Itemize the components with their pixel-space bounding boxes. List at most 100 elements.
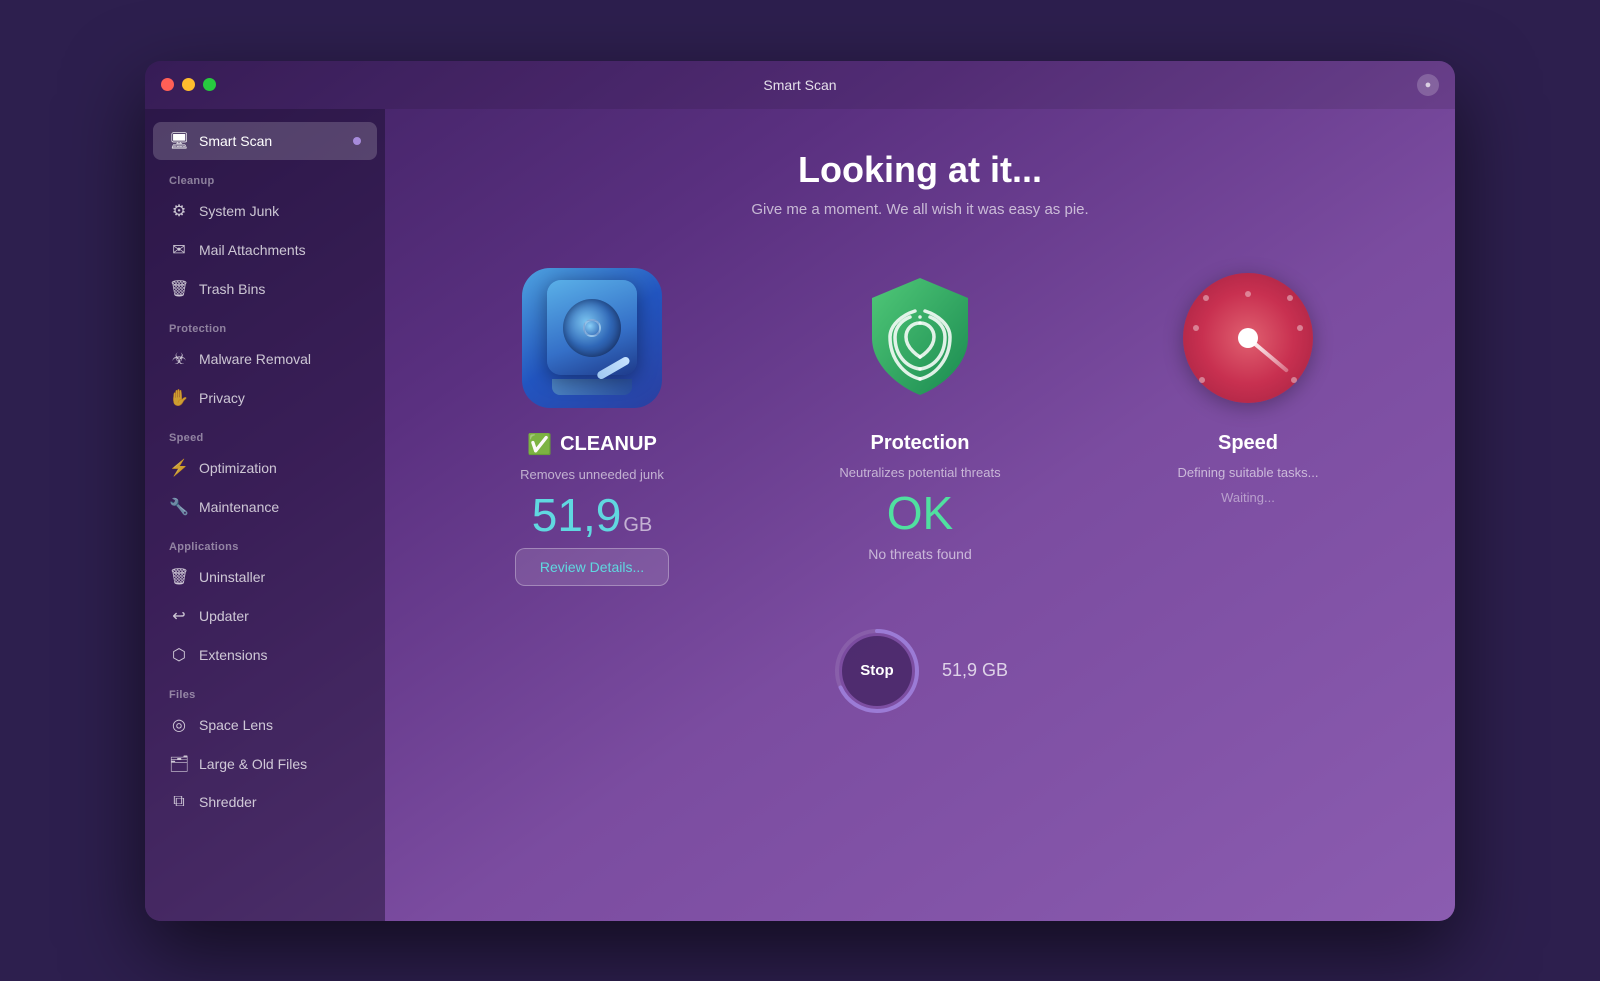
- dot6: [1291, 377, 1297, 383]
- stop-ring: Stop: [832, 626, 922, 716]
- sidebar-item-trash-bins[interactable]: 🗑 Trash Bins: [153, 270, 377, 308]
- sidebar-label-uninstaller: Uninstaller: [199, 569, 265, 585]
- close-button[interactable]: [161, 78, 174, 91]
- sidebar-item-shredder[interactable]: ⧉ Shredder: [153, 784, 377, 820]
- window-title: Smart Scan: [763, 77, 836, 93]
- maintenance-icon: 🔧: [169, 497, 189, 517]
- sidebar-label-space-lens: Space Lens: [199, 717, 273, 733]
- trash-bins-icon: 🗑: [169, 279, 189, 299]
- updater-icon: ↩: [169, 606, 189, 626]
- speed-title-row: Speed: [1218, 432, 1278, 455]
- speed-card: Speed Defining suitable tasks... Waiting…: [1098, 268, 1398, 586]
- sidebar-section-cleanup: Cleanup: [145, 161, 385, 191]
- sidebar-item-smart-scan[interactable]: 🖥 Smart Scan: [153, 122, 377, 160]
- smart-scan-icon: 🖥: [169, 131, 189, 151]
- titlebar: Smart Scan ●: [145, 61, 1455, 109]
- sidebar-item-optimization[interactable]: ⚡ Optimization: [153, 449, 377, 487]
- dot1: [1245, 291, 1251, 297]
- sidebar-label-privacy: Privacy: [199, 390, 245, 406]
- stop-button[interactable]: Stop: [842, 636, 912, 706]
- extensions-icon: ⬡: [169, 645, 189, 665]
- sidebar-section-files: Files: [145, 675, 385, 705]
- cleanup-unit: GB: [623, 514, 652, 536]
- dot5: [1193, 325, 1199, 331]
- minimize-button[interactable]: [182, 78, 195, 91]
- speedometer: [1183, 273, 1313, 403]
- stop-size-label: 51,9 GB: [942, 660, 1008, 681]
- sidebar-item-uninstaller[interactable]: 🗑 Uninstaller: [153, 558, 377, 596]
- shield-svg: [860, 273, 980, 403]
- hdd-arm: [596, 356, 631, 381]
- sidebar-item-maintenance[interactable]: 🔧 Maintenance: [153, 488, 377, 526]
- speedometer-hub: [1238, 328, 1258, 348]
- sidebar-section-applications: Applications: [145, 527, 385, 557]
- sidebar-label-extensions: Extensions: [199, 647, 267, 663]
- shredder-icon: ⧉: [169, 793, 189, 811]
- speed-card-icon: [1178, 268, 1318, 408]
- mail-attachments-icon: ✉: [169, 240, 189, 260]
- space-lens-icon: ◎: [169, 715, 189, 735]
- traffic-lights: [161, 78, 216, 91]
- system-junk-icon: ⚙: [169, 201, 189, 221]
- cards-row: ✅ CLEANUP Removes unneeded junk 51,9GB R…: [415, 268, 1425, 586]
- badge-dot: [353, 137, 361, 145]
- review-details-button[interactable]: Review Details...: [515, 548, 669, 586]
- sidebar-label-updater: Updater: [199, 608, 249, 624]
- sidebar-label-malware-removal: Malware Removal: [199, 351, 311, 367]
- uninstaller-icon: 🗑: [169, 567, 189, 587]
- protection-status: OK: [887, 490, 953, 536]
- sidebar-item-large-old-files[interactable]: 🗂 Large & Old Files: [153, 745, 377, 783]
- main-subtitle: Give me a moment. We all wish it was eas…: [751, 201, 1088, 218]
- bottom-area: Stop 51,9 GB: [415, 616, 1425, 746]
- fullscreen-button[interactable]: [203, 78, 216, 91]
- speed-desc: Defining suitable tasks...: [1178, 465, 1319, 480]
- protection-desc: Neutralizes potential threats: [839, 465, 1000, 480]
- hdd-center: [583, 319, 601, 337]
- hdd-platter: [563, 299, 621, 357]
- cleanup-card: ✅ CLEANUP Removes unneeded junk 51,9GB R…: [442, 268, 742, 586]
- sidebar-label-maintenance: Maintenance: [199, 499, 279, 515]
- sidebar-section-speed: Speed: [145, 418, 385, 448]
- cleanup-title-row: ✅ CLEANUP: [527, 432, 657, 457]
- cleanup-desc: Removes unneeded junk: [520, 467, 664, 482]
- cleanup-check-icon: ✅: [527, 432, 552, 457]
- sidebar-item-mail-attachments[interactable]: ✉ Mail Attachments: [153, 231, 377, 269]
- protection-card-icon: [850, 268, 990, 408]
- dot3: [1203, 295, 1209, 301]
- sidebar-item-updater[interactable]: ↩ Updater: [153, 597, 377, 635]
- sidebar-label-shredder: Shredder: [199, 794, 257, 810]
- protection-title: Protection: [871, 432, 970, 455]
- hdd-body: [547, 280, 637, 375]
- large-old-files-icon: 🗂: [169, 754, 189, 774]
- sidebar-label-mail-attachments: Mail Attachments: [199, 242, 306, 258]
- sidebar-item-malware-removal[interactable]: ☣ Malware Removal: [153, 340, 377, 378]
- settings-button[interactable]: ●: [1417, 74, 1439, 96]
- dot2: [1287, 295, 1293, 301]
- speed-title: Speed: [1218, 432, 1278, 455]
- settings-icon: ●: [1425, 79, 1432, 91]
- content-area: 🖥 Smart Scan Cleanup ⚙ System Junk ✉ Mai…: [145, 109, 1455, 921]
- sidebar-label-large-old-files: Large & Old Files: [199, 756, 307, 772]
- dot7: [1199, 377, 1205, 383]
- protection-no-threats: No threats found: [868, 546, 972, 562]
- speed-waiting: Waiting...: [1221, 490, 1275, 505]
- protection-card: Protection Neutralizes potential threats…: [770, 268, 1070, 586]
- sidebar-label-trash-bins: Trash Bins: [199, 281, 265, 297]
- privacy-icon: ✋: [169, 388, 189, 408]
- sidebar-item-system-junk[interactable]: ⚙ System Junk: [153, 192, 377, 230]
- cleanup-title: CLEANUP: [560, 433, 657, 456]
- cleanup-card-icon: [522, 268, 662, 408]
- main-content: Looking at it... Give me a moment. We al…: [385, 109, 1455, 921]
- sidebar-label-system-junk: System Junk: [199, 203, 279, 219]
- cleanup-value: 51,9GB: [532, 492, 652, 538]
- sidebar-item-extensions[interactable]: ⬡ Extensions: [153, 636, 377, 674]
- main-window: Smart Scan ● 🖥 Smart Scan Cleanup ⚙ Syst…: [145, 61, 1455, 921]
- sidebar-item-privacy[interactable]: ✋ Privacy: [153, 379, 377, 417]
- sidebar-label-optimization: Optimization: [199, 460, 277, 476]
- sidebar-item-space-lens[interactable]: ◎ Space Lens: [153, 706, 377, 744]
- sidebar-section-protection: Protection: [145, 309, 385, 339]
- malware-removal-icon: ☣: [169, 349, 189, 369]
- sidebar-label-smart-scan: Smart Scan: [199, 133, 272, 149]
- protection-title-row: Protection: [871, 432, 970, 455]
- hdd-base: [552, 379, 632, 395]
